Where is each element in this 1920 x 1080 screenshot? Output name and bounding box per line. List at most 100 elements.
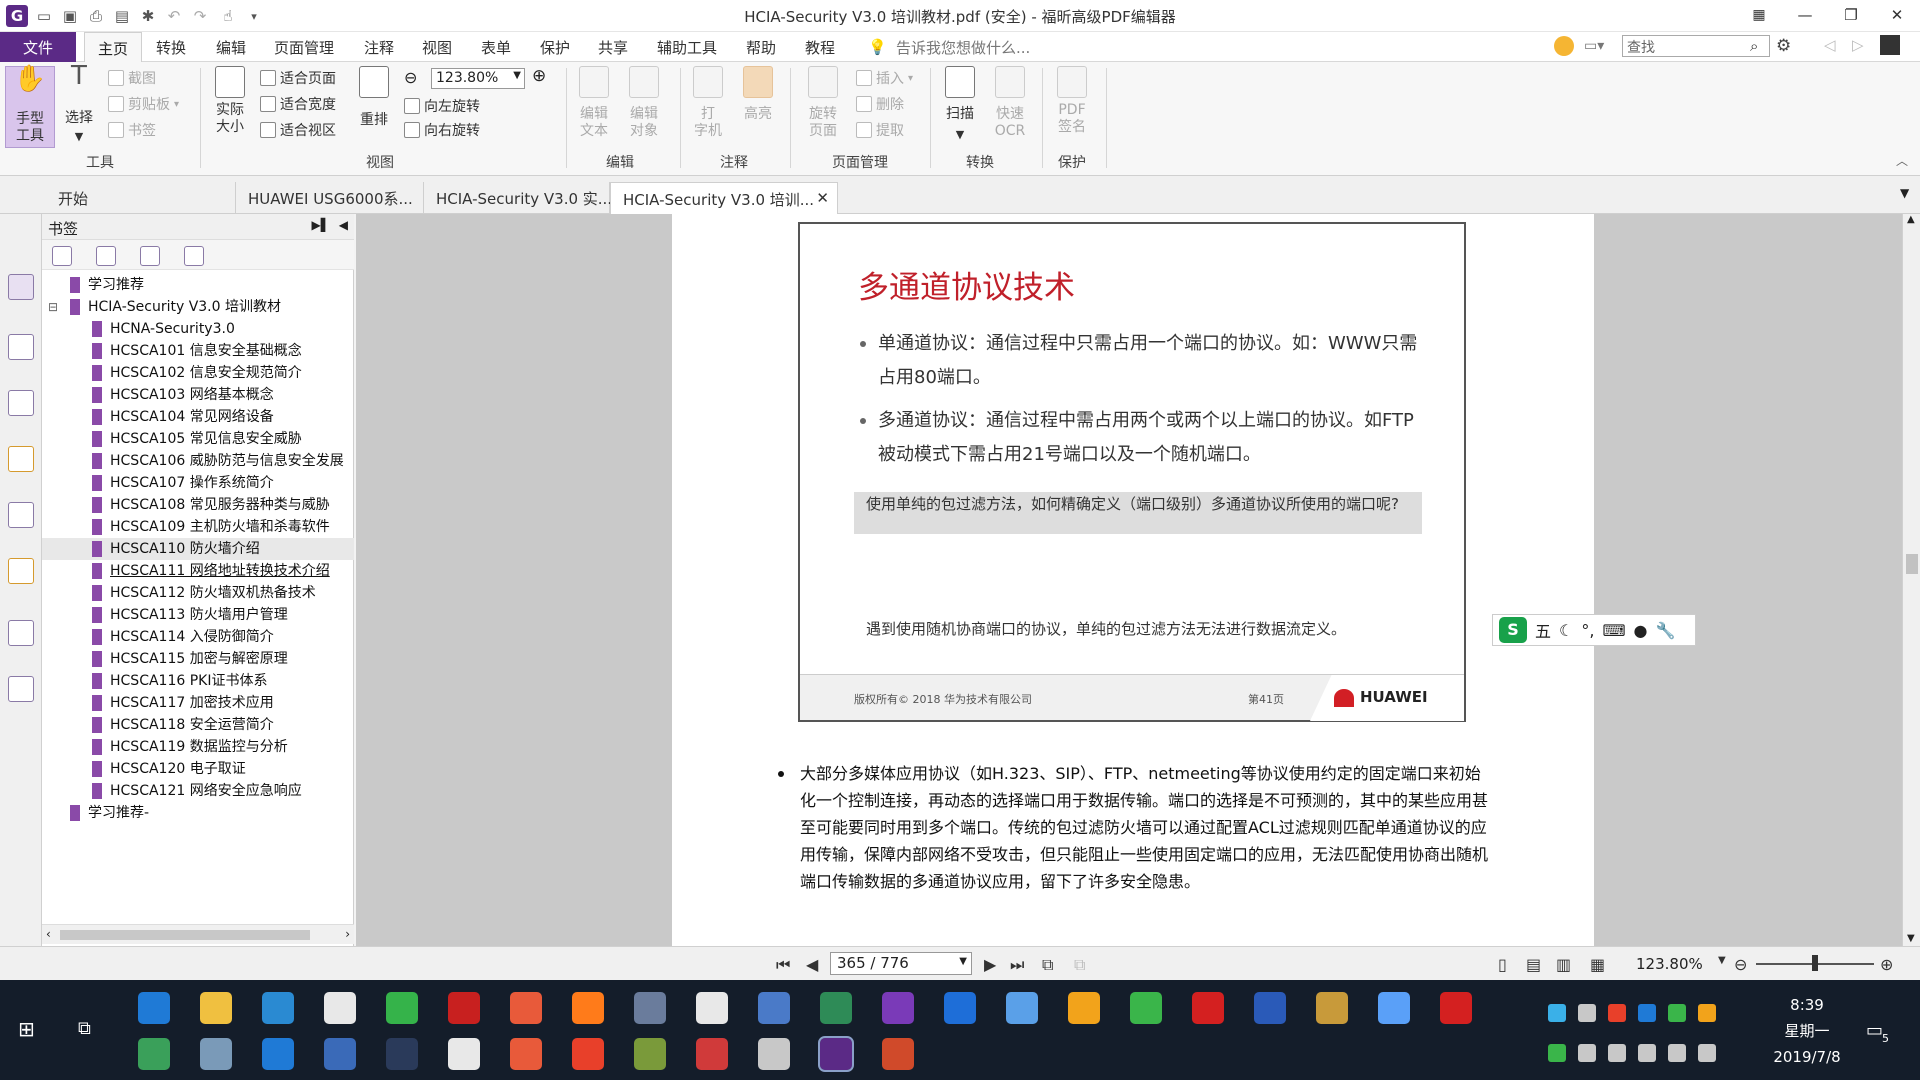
ime-mode[interactable]: 五: [1535, 618, 1551, 642]
scroll-right-icon[interactable]: ›: [345, 927, 350, 941]
signature-panel-icon[interactable]: [8, 676, 34, 702]
back-icon[interactable]: ◁: [1824, 36, 1836, 54]
scroll-up-icon[interactable]: ▲: [1907, 214, 1915, 225]
half-width-moon-icon[interactable]: ☾: [1559, 621, 1573, 640]
pdf-sign-button[interactable]: PDF 签名: [1050, 66, 1094, 150]
close-button[interactable]: ✕: [1874, 0, 1920, 30]
next-page-icon[interactable]: ▶: [984, 955, 996, 974]
tray-copy-icon[interactable]: [1578, 1044, 1596, 1062]
foxit-pdf-icon[interactable]: [818, 1036, 854, 1072]
bookmark-item[interactable]: HCSCA109 主机防火墙和杀毒软件: [42, 516, 354, 538]
bookmark-item[interactable]: ⊟ HCIA-Security V3.0 培训教材: [42, 296, 354, 318]
forward-icon[interactable]: ▷: [1852, 36, 1864, 54]
insert-button[interactable]: 插入 ▾: [856, 68, 913, 88]
first-page-icon[interactable]: ⏮: [776, 955, 790, 975]
cloud-app-icon[interactable]: [1378, 992, 1410, 1024]
pycharm-icon[interactable]: [138, 1038, 170, 1070]
fit-view-button[interactable]: 适合视区: [260, 120, 336, 140]
bookmark-item[interactable]: HCSCA118 安全运营简介: [42, 714, 354, 736]
bookmark-item[interactable]: HCSCA102 信息安全规范简介: [42, 362, 354, 384]
bookmark-item[interactable]: 学习推荐: [42, 274, 354, 296]
hand-tool-button[interactable]: ✋ 手型 工具: [5, 66, 55, 148]
adobe-app-icon[interactable]: [448, 992, 480, 1024]
tab-huawei-usg6000[interactable]: HUAWEI USG6000系...: [236, 182, 424, 214]
tray-slides-icon[interactable]: [1608, 1004, 1626, 1022]
security-lock-icon[interactable]: [8, 558, 34, 584]
comments-panel-icon[interactable]: [8, 446, 34, 472]
library-books-icon[interactable]: [1316, 992, 1348, 1024]
tab-hcia-security-training[interactable]: HCIA-Security V3.0 培训... ✕: [610, 182, 838, 214]
tab-form[interactable]: 表单: [481, 37, 511, 58]
settings-gear-icon[interactable]: ⚙: [1776, 36, 1791, 56]
qq-icon[interactable]: [696, 992, 728, 1024]
taskbar-clock[interactable]: 8:39 星期一 2019/7/8: [1762, 992, 1852, 1070]
bookmark-item[interactable]: HCNA-Security3.0: [42, 318, 354, 340]
snipping-app-icon[interactable]: [634, 1038, 666, 1070]
wrench-icon[interactable]: 🔧: [1656, 621, 1676, 640]
bookmark-button[interactable]: 书签: [108, 120, 156, 140]
tab-start[interactable]: 开始: [46, 182, 236, 214]
tab-accessibility[interactable]: 辅助工具: [657, 37, 717, 58]
bookmark-item[interactable]: HCSCA119 数据监控与分析: [42, 736, 354, 758]
bookmark-item[interactable]: HCSCA120 电子取证: [42, 758, 354, 780]
bookmark-item[interactable]: HCSCA114 入侵防御简介: [42, 626, 354, 648]
notes-app-icon[interactable]: [262, 1038, 294, 1070]
zoom-out-icon[interactable]: ⊖: [404, 68, 417, 87]
layers-panel-icon[interactable]: [8, 390, 34, 416]
continuous-page-icon[interactable]: ▤: [1526, 955, 1541, 974]
notepad-app-icon[interactable]: [634, 992, 666, 1024]
highlight-button[interactable]: 高亮: [738, 66, 778, 150]
tab-protect[interactable]: 保护: [540, 37, 570, 58]
bookmark-item[interactable]: HCSCA106 威胁防范与信息安全发展: [42, 450, 354, 472]
tab-list-chevron-icon[interactable]: ▼: [1900, 186, 1909, 200]
tab-share[interactable]: 共享: [598, 37, 628, 58]
user-account-icon[interactable]: [1880, 35, 1900, 55]
scroll-left-icon[interactable]: ‹: [46, 927, 51, 941]
select-tool-button[interactable]: T 选择 ▼: [60, 63, 98, 148]
tray-ime-icon[interactable]: [1548, 1044, 1566, 1062]
next-view-icon[interactable]: ⧉: [1074, 955, 1085, 975]
edge-browser-icon[interactable]: [138, 992, 170, 1024]
rotate-pages-button[interactable]: 旋转 页面: [798, 66, 848, 150]
tab-home[interactable]: 主页: [84, 32, 142, 63]
bookmark-item[interactable]: HCSCA121 网络安全应急响应: [42, 780, 354, 802]
rotate-left-button[interactable]: 向左旋转: [404, 96, 480, 116]
tray-volume-icon[interactable]: [1698, 1044, 1716, 1062]
hdx-player-icon[interactable]: [386, 1038, 418, 1070]
mascot-app-icon[interactable]: [758, 1038, 790, 1070]
bookmark-item[interactable]: HCSCA116 PKI证书体系: [42, 670, 354, 692]
close-tab-icon[interactable]: ✕: [816, 189, 829, 207]
tree-collapse-icon[interactable]: ⊟: [48, 296, 58, 318]
quick-ocr-button[interactable]: 快速 OCR: [988, 66, 1032, 150]
bookmark-item[interactable]: 学习推荐-: [42, 802, 354, 824]
ribbon-display-icon[interactable]: ▦: [1736, 0, 1782, 30]
tab-help[interactable]: 帮助: [746, 37, 776, 58]
network-app-icon[interactable]: [262, 992, 294, 1024]
bookmark-item[interactable]: HCSCA103 网络基本概念: [42, 384, 354, 406]
tray-cloud-icon[interactable]: [1638, 1004, 1656, 1022]
smiley-icon[interactable]: [1554, 36, 1574, 56]
search-icon[interactable]: ⌕: [1750, 37, 1758, 55]
bookmark-item[interactable]: HCSCA112 防火墙双机热备技术: [42, 582, 354, 604]
keyboard-icon[interactable]: ⌨: [1602, 621, 1625, 640]
rotate-right-button[interactable]: 向右旋转: [404, 120, 480, 140]
tab-convert[interactable]: 转换: [156, 37, 186, 58]
excel-chart-icon[interactable]: [820, 992, 852, 1024]
action-center-icon[interactable]: ▭: [1866, 1020, 1883, 1041]
powerpoint-icon[interactable]: [882, 1038, 914, 1070]
page-number-input[interactable]: 365 / 776 ▼: [830, 952, 972, 975]
clipboard-button[interactable]: 剪贴板 ▾: [108, 94, 179, 114]
ime-toolbar[interactable]: S 五 ☾ °, ⌨ ● 🔧: [1492, 614, 1696, 646]
zoom-in-icon[interactable]: ⊕: [1880, 955, 1893, 974]
pinwheel-app-icon[interactable]: [1006, 992, 1038, 1024]
browser-app-icon[interactable]: [324, 1038, 356, 1070]
tray-battery-icon[interactable]: [1638, 1044, 1656, 1062]
youdao-dict-icon[interactable]: [1440, 992, 1472, 1024]
tab-page-management[interactable]: 页面管理: [274, 37, 334, 58]
filezilla-icon[interactable]: [1192, 992, 1224, 1024]
bookmark-item[interactable]: HCSCA115 加密与解密原理: [42, 648, 354, 670]
zoom-slider-handle[interactable]: [1812, 955, 1818, 971]
restore-button[interactable]: ❐: [1828, 0, 1874, 30]
search-app-icon[interactable]: [1068, 992, 1100, 1024]
status-zoom-value[interactable]: 123.80%: [1636, 955, 1703, 973]
